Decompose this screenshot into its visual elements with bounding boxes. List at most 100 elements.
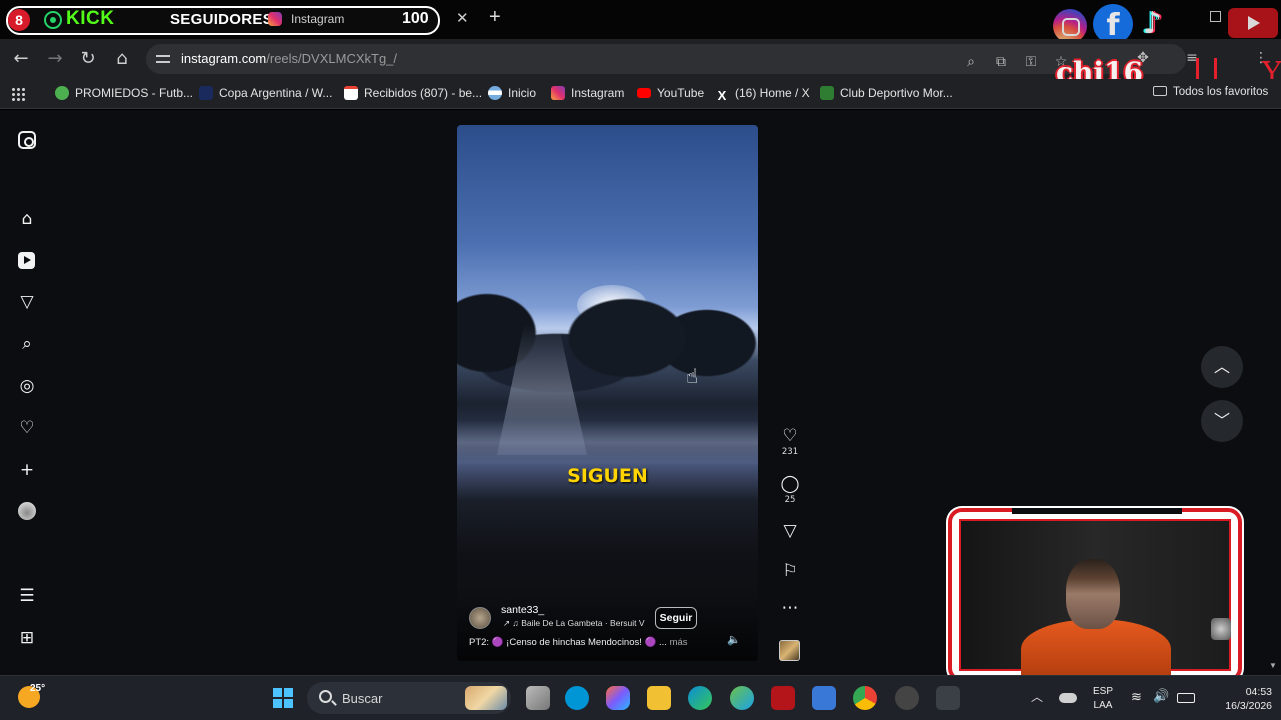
- next-reel-button[interactable]: ﹀: [1201, 400, 1243, 442]
- streamer-figure: [1021, 559, 1171, 679]
- save-action[interactable]: ⚐: [779, 561, 801, 581]
- create-icon[interactable]: +: [17, 460, 37, 480]
- youtube-logo-icon: [1228, 8, 1278, 38]
- back-button[interactable]: ←: [9, 47, 33, 71]
- file-explorer-icon[interactable]: [647, 686, 671, 710]
- like-count: 231: [781, 447, 799, 457]
- edge-icon[interactable]: [688, 686, 712, 710]
- bookmark-instagram[interactable]: Instagram: [551, 86, 624, 100]
- chrome-icon[interactable]: [853, 686, 877, 710]
- system-clock[interactable]: 04:53 16/3/2026: [1206, 685, 1272, 713]
- instagram-logo-icon: [1053, 9, 1087, 43]
- install-app-icon[interactable]: ⧉: [992, 53, 1010, 71]
- fountain-mist: [457, 420, 758, 465]
- restore-window-button[interactable]: [1210, 11, 1221, 22]
- volume-icon[interactable]: 🔊: [1153, 689, 1169, 704]
- audio-thumbnail[interactable]: [779, 640, 800, 661]
- onedrive-icon[interactable]: [1059, 693, 1077, 703]
- followers-label: SEGUIDORES: [170, 11, 274, 28]
- url-path: /reels/DVXLMCXkTg_/: [266, 51, 398, 66]
- scrollbar-down-arrow[interactable]: ▼: [1269, 661, 1277, 670]
- close-tab-icon[interactable]: ✕: [456, 9, 469, 27]
- gmail-icon: [344, 86, 358, 100]
- reload-button[interactable]: ↻: [76, 47, 100, 71]
- bookmark-gmail[interactable]: Recibidos (807) - be...: [344, 86, 482, 100]
- folder-icon: [1153, 86, 1167, 96]
- app-icon[interactable]: [936, 686, 960, 710]
- audio-track[interactable]: ↗ ♫ Baile De La Gambeta · Bersuit V: [503, 618, 645, 629]
- bookmark-label: YouTube: [657, 86, 705, 100]
- floating-avatar[interactable]: [1211, 618, 1231, 640]
- weather-app-icon[interactable]: [730, 686, 754, 710]
- author-name[interactable]: sante33_: [501, 604, 544, 616]
- start-button[interactable]: [273, 688, 293, 708]
- address-bar[interactable]: instagram.com/reels/DVXLMCXkTg_/ ⌕ ⧉ ⚿ ☆: [146, 44, 1186, 74]
- new-tab-button[interactable]: +: [489, 6, 501, 29]
- streamer-head: [1066, 559, 1120, 629]
- share-icon: ▽: [783, 521, 797, 541]
- bookmark-label: Copa Argentina / W...: [219, 86, 333, 100]
- bookmark-x[interactable]: X (16) Home / X: [715, 86, 810, 103]
- zoom-icon[interactable]: ⌕: [962, 53, 980, 71]
- obs-icon[interactable]: [895, 686, 919, 710]
- copilot-icon[interactable]: [606, 686, 630, 710]
- messages-icon[interactable]: ▽: [17, 292, 37, 312]
- reel-video[interactable]: SIGUEN sante33_ ↗ ♫ Baile De La Gambeta …: [457, 125, 758, 661]
- copa-argentina-icon: [199, 86, 213, 100]
- url-text: instagram.com/reels/DVXLMCXkTg_/: [181, 51, 397, 66]
- share-action[interactable]: ▽: [779, 521, 801, 541]
- home-icon[interactable]: ⌂: [17, 209, 37, 229]
- bookmark-inicio[interactable]: Inicio: [488, 86, 536, 100]
- mute-icon[interactable]: 🔈: [727, 633, 741, 647]
- password-key-icon[interactable]: ⚿: [1022, 53, 1040, 71]
- clock-date: 16/3/2026: [1225, 700, 1272, 712]
- bookmark-label: Club Deportivo Mor...: [840, 86, 953, 100]
- also-from-meta-icon[interactable]: ⊞: [17, 628, 37, 648]
- reel-overlay-text: SIGUEN: [567, 465, 648, 487]
- x-icon: X: [717, 88, 727, 103]
- follow-button[interactable]: Seguir: [655, 607, 697, 629]
- instagram-logo-icon[interactable]: [18, 131, 36, 149]
- comment-action[interactable]: ◯ 25: [779, 474, 801, 505]
- argentina-flag-icon: [488, 86, 502, 100]
- search-icon: [319, 690, 332, 703]
- microsoft-store-icon[interactable]: [812, 686, 836, 710]
- hp-icon[interactable]: [565, 686, 589, 710]
- weather-temperature[interactable]: 25°: [30, 683, 45, 694]
- tab-strip: 8 KICK SEGUIDORES Instagram 100 ✕ + f ♪: [0, 0, 1281, 44]
- forward-button[interactable]: →: [43, 47, 67, 71]
- bookmark-copa-argentina[interactable]: Copa Argentina / W...: [199, 86, 332, 100]
- facebook-logo-icon: f: [1093, 4, 1133, 44]
- home-button[interactable]: ⌂: [110, 47, 134, 71]
- bookmark-youtube[interactable]: YouTube: [637, 86, 704, 100]
- mcafee-icon[interactable]: [771, 686, 795, 710]
- reel-caption[interactable]: PT2: 🟣 ¡Censo de hinchas Mendocinos! 🟣 .…: [469, 637, 688, 648]
- wifi-icon[interactable]: ≋: [1131, 690, 1142, 705]
- site-info-icon[interactable]: [156, 52, 170, 66]
- apps-grid-icon[interactable]: [11, 87, 25, 101]
- url-host: instagram.com: [181, 51, 267, 66]
- bookmark-label: PROMIEDOS - Futb...: [75, 86, 194, 100]
- taskbar-search[interactable]: Buscar: [307, 682, 511, 714]
- language-indicator[interactable]: ESP LAA: [1093, 685, 1113, 713]
- author-avatar[interactable]: [469, 607, 491, 629]
- caption-more-link[interactable]: más: [670, 637, 688, 648]
- task-view-icon[interactable]: [526, 686, 550, 710]
- battery-icon[interactable]: [1177, 693, 1195, 703]
- reels-icon[interactable]: [18, 252, 35, 269]
- more-options-action[interactable]: ⋯: [779, 598, 801, 618]
- notifications-heart-icon[interactable]: ♡: [17, 418, 37, 438]
- tray-overflow-chevron-icon[interactable]: ︿: [1031, 688, 1043, 705]
- club-icon: [820, 86, 834, 100]
- explore-icon[interactable]: ◎: [17, 376, 37, 396]
- like-action[interactable]: ♡ 231: [779, 426, 801, 457]
- all-bookmarks-folder[interactable]: Todos los favoritos: [1153, 86, 1268, 98]
- bookmark-club-deportivo[interactable]: Club Deportivo Mor...: [820, 86, 953, 100]
- trees-silhouette: [457, 293, 758, 403]
- bookmark-promiedos[interactable]: PROMIEDOS - Futb...: [55, 86, 193, 100]
- search-icon[interactable]: ⌕: [17, 334, 37, 354]
- previous-reel-button[interactable]: ︿: [1201, 346, 1243, 388]
- tab-instagram[interactable]: Instagram: [291, 12, 344, 26]
- profile-avatar-icon[interactable]: [18, 502, 36, 520]
- more-menu-icon[interactable]: ☰: [17, 586, 37, 606]
